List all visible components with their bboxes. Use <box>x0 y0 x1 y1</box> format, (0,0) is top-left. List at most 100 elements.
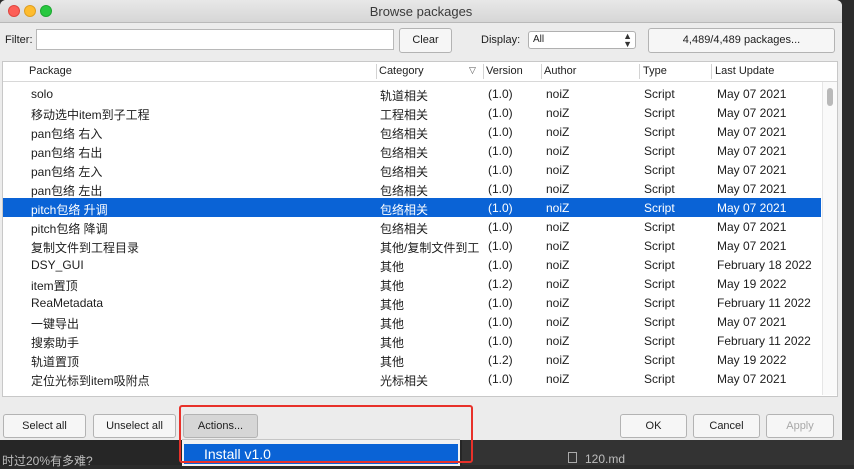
table-row[interactable]: solo 轨道相关 (1.0) noiZ Script May 07 2021 <box>3 84 821 103</box>
table-row[interactable]: 复制文件到工程目录 其他/复制文件到工 (1.0) noiZ Script May 07 … <box>3 236 821 255</box>
column-header-type[interactable]: Type <box>643 65 667 77</box>
cell-author: noiZ <box>546 125 570 139</box>
background-file-name: 120.md <box>585 452 626 466</box>
cell-updated: May 07 2021 <box>717 220 787 234</box>
cell-category: 包络相关 <box>380 222 429 236</box>
cell-version: (1.2) <box>488 277 513 291</box>
table-row[interactable]: 定位光标到item吸附点 光标相关 (1.0) noiZ Script May 07 20… <box>3 369 821 388</box>
table-row[interactable]: pan包络 左入 包络相关 (1.0) noiZ Script May 07 2021 <box>3 160 821 179</box>
cell-author: noiZ <box>546 277 570 291</box>
cancel-button[interactable]: Cancel <box>693 414 760 438</box>
cell-version: (1.0) <box>488 258 513 272</box>
cell-updated: February 18 2022 <box>717 258 812 272</box>
cell-author: noiZ <box>546 163 570 177</box>
cell-category: 轨道相关 <box>380 89 429 103</box>
cell-author: noiZ <box>546 334 570 348</box>
cell-version: (1.0) <box>488 106 513 120</box>
cell-type: Script <box>644 201 675 215</box>
cell-type: Script <box>644 372 675 386</box>
cell-package: pan包络 左入 <box>31 165 103 179</box>
cell-category: 其他 <box>380 355 405 369</box>
cell-version: (1.0) <box>488 239 513 253</box>
cell-type: Script <box>644 296 675 310</box>
cell-category: 包络相关 <box>380 203 429 217</box>
table-row[interactable]: pan包络 右出 包络相关 (1.0) noiZ Script May 07 2021 <box>3 141 821 160</box>
vertical-scrollbar[interactable] <box>822 82 837 395</box>
window-title: Browse packages <box>369 4 473 19</box>
cell-version: (1.0) <box>488 296 513 310</box>
display-select[interactable]: All ▲ ▼ <box>528 31 636 49</box>
cell-category: 包络相关 <box>380 184 429 198</box>
column-divider <box>639 64 640 79</box>
cell-version: (1.0) <box>488 163 513 177</box>
cell-type: Script <box>644 144 675 158</box>
cell-author: noiZ <box>546 353 570 367</box>
cell-package: solo <box>31 87 54 101</box>
apply-button[interactable]: Apply <box>766 414 834 438</box>
scrollbar-thumb[interactable] <box>827 88 833 106</box>
column-divider <box>541 64 542 79</box>
table-row[interactable]: pitch包络 升调 包络相关 (1.0) noiZ Script May 07 2021 <box>3 198 821 217</box>
cell-updated: May 07 2021 <box>717 239 787 253</box>
cell-updated: May 19 2022 <box>717 353 787 367</box>
table-row[interactable]: pitch包络 降调 包络相关 (1.0) noiZ Script May 07 2021 <box>3 217 821 236</box>
cell-updated: May 07 2021 <box>717 125 787 139</box>
cell-category: 包络相关 <box>380 127 429 141</box>
cell-type: Script <box>644 334 675 348</box>
cell-author: noiZ <box>546 144 570 158</box>
column-header-version[interactable]: Version <box>486 65 523 77</box>
highlight-box <box>179 405 473 463</box>
cell-type: Script <box>644 106 675 120</box>
cell-package: 复制文件到工程目录 <box>31 241 140 255</box>
cell-package: 定位光标到item吸附点 <box>31 374 150 388</box>
cell-category: 包络相关 <box>380 146 429 160</box>
cell-version: (1.0) <box>488 315 513 329</box>
display-select-value: All <box>533 34 545 45</box>
cell-type: Script <box>644 277 675 291</box>
column-header-category[interactable]: Category <box>379 65 424 77</box>
table-row[interactable]: DSY_GUI 其他 (1.0) noiZ Script February 18 2022 <box>3 255 821 274</box>
table-row[interactable]: 一键导出 其他 (1.0) noiZ Script May 07 2021 <box>3 312 821 331</box>
cell-version: (1.0) <box>488 182 513 196</box>
cell-author: noiZ <box>546 182 570 196</box>
select-all-button[interactable]: Select all <box>3 414 86 438</box>
display-label: Display: <box>481 34 521 46</box>
cell-package: pan包络 右入 <box>31 127 103 141</box>
packages-count-button[interactable]: 4,489/4,489 packages... <box>648 28 835 53</box>
cell-type: Script <box>644 163 675 177</box>
cell-updated: February 11 2022 <box>717 296 811 310</box>
cell-version: (1.0) <box>488 201 513 215</box>
cell-category: 包络相关 <box>380 165 429 179</box>
table-row[interactable]: 搜索助手 其他 (1.0) noiZ Script February 11 2022 <box>3 331 821 350</box>
clear-button[interactable]: Clear <box>399 28 452 53</box>
cell-package: pitch包络 降调 <box>31 222 108 236</box>
cell-category: 其他 <box>380 279 405 293</box>
table-row[interactable]: pan包络 右入 包络相关 (1.0) noiZ Script May 07 2021 <box>3 122 821 141</box>
cell-version: (1.0) <box>488 144 513 158</box>
table-row[interactable]: 移动选中item到子工程 工程相关 (1.0) noiZ Script May 07 20… <box>3 103 821 122</box>
title-bar: Browse packages <box>0 0 842 23</box>
table-row[interactable]: pan包络 左出 包络相关 (1.0) noiZ Script May 07 2021 <box>3 179 821 198</box>
filter-label: Filter: <box>5 34 33 46</box>
sort-chevron-icon: ▽ <box>469 65 476 75</box>
cell-type: Script <box>644 239 675 253</box>
ok-button[interactable]: OK <box>620 414 687 438</box>
table-header: Package Category ▽ Version Author Type L… <box>3 62 837 82</box>
column-header-author[interactable]: Author <box>544 65 576 77</box>
cell-package: 一键导出 <box>31 317 80 331</box>
filter-input[interactable] <box>36 29 394 50</box>
cell-author: noiZ <box>546 87 570 101</box>
table-row[interactable]: ReaMetadata 其他 (1.0) noiZ Script February 11 … <box>3 293 821 312</box>
cell-package: pitch包络 升调 <box>31 203 108 217</box>
cell-updated: May 19 2022 <box>717 277 787 291</box>
table-row[interactable]: 轨道置顶 其他 (1.2) noiZ Script May 19 2022 <box>3 350 821 369</box>
unselect-all-button[interactable]: Unselect all <box>93 414 176 438</box>
column-header-last-update[interactable]: Last Update <box>715 65 774 77</box>
column-header-package[interactable]: Package <box>29 65 72 77</box>
cell-category: 其他 <box>380 298 405 312</box>
cell-type: Script <box>644 182 675 196</box>
cell-category: 其他 <box>380 260 405 274</box>
cell-package: DSY_GUI <box>31 258 84 272</box>
cell-type: Script <box>644 258 675 272</box>
table-row[interactable]: item置顶 其他 (1.2) noiZ Script May 19 2022 <box>3 274 821 293</box>
